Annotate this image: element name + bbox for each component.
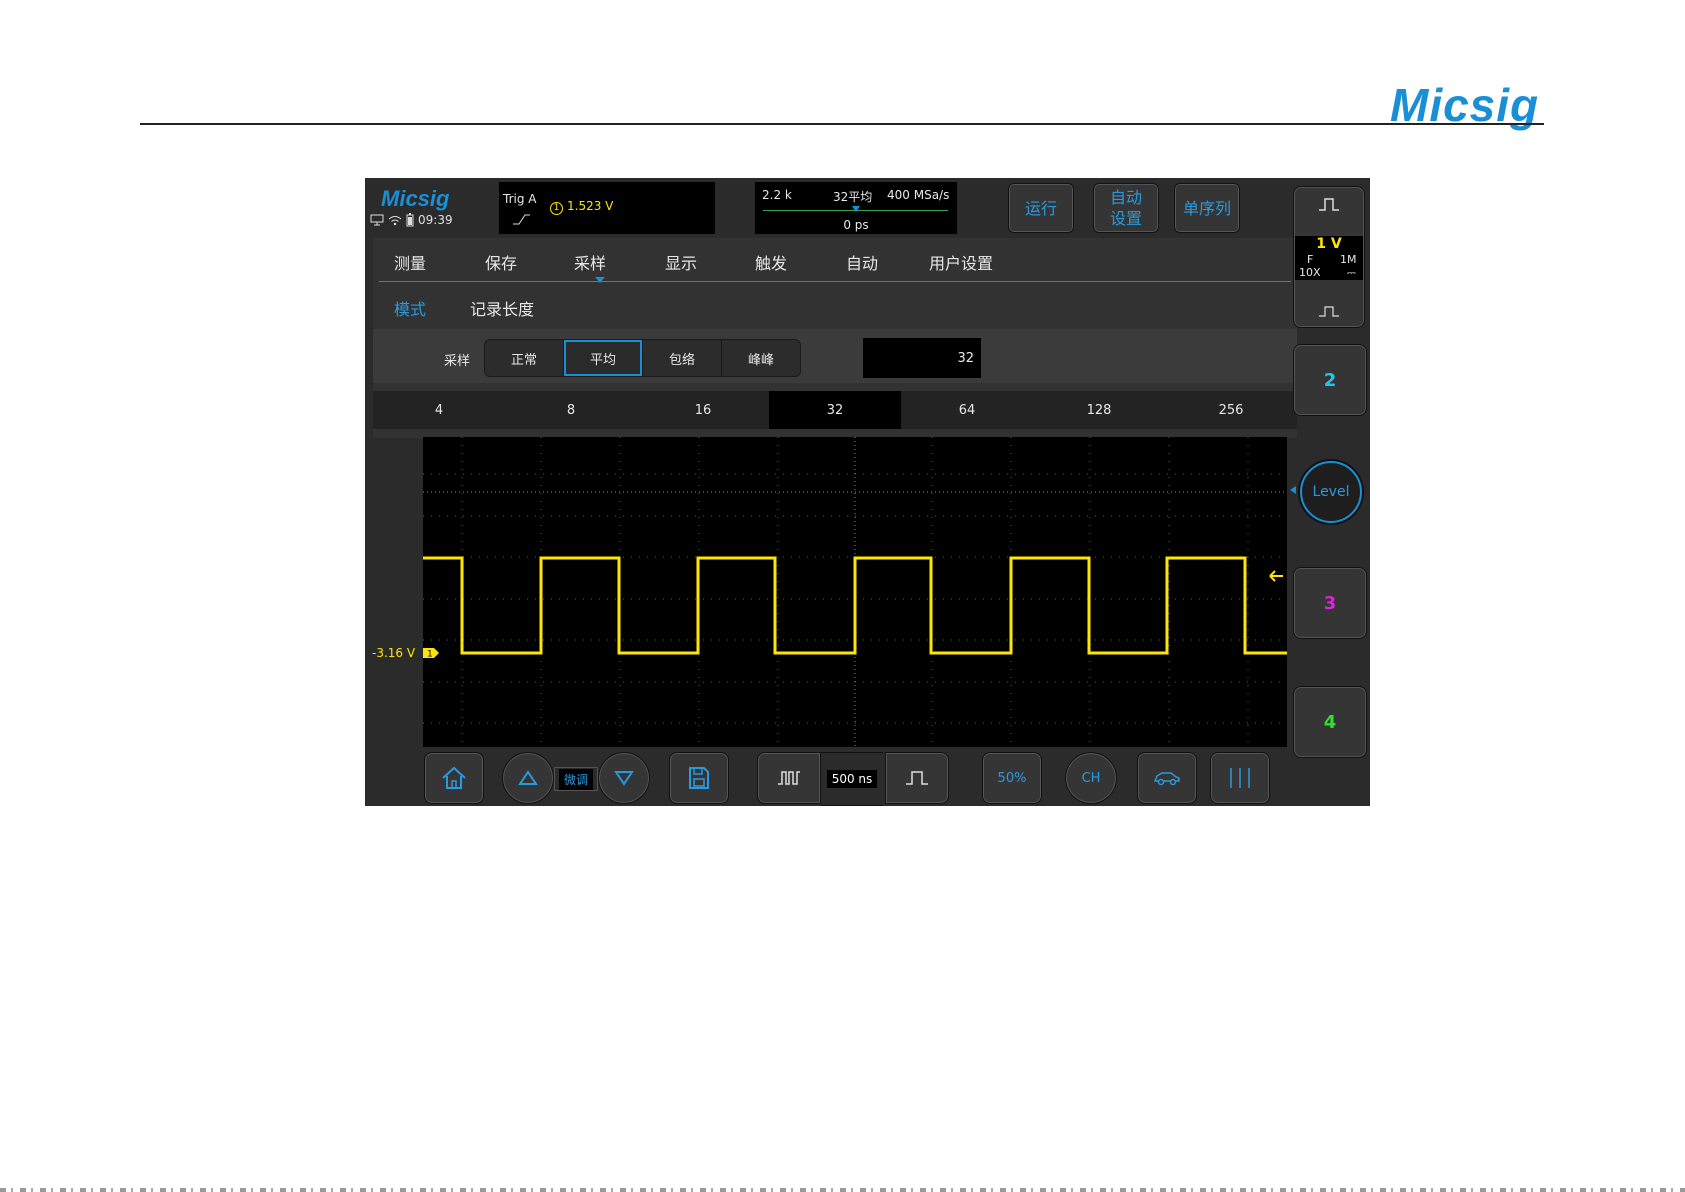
channel1-marker-number: 1 [427,650,433,660]
average-count-list: 4 8 16 32 64 128 256 [373,391,1297,429]
clock: 09:39 [418,213,453,227]
count-option-256[interactable]: 256 [1165,391,1297,429]
subtab-record-length[interactable]: 记录长度 [470,296,534,320]
channel1-coupling: F [1307,253,1314,266]
cursor-button[interactable] [1210,752,1270,804]
timebase-value: 500 ns [826,770,878,788]
memory-position-marker [852,206,860,212]
oscilloscope-screen: Micsig 09:39 Trig A 1 1.523 V 2.2 k 32平均 … [365,178,1370,806]
dense-pulse-icon [778,771,800,785]
record-depth: 2.2 k [762,188,792,202]
tab-save[interactable]: 保存 [485,250,517,274]
channel-button[interactable]: CH [1065,752,1117,804]
wifi-icon [388,216,402,226]
adjust-down-button[interactable] [598,752,650,804]
sampling-mode-selector: 正常 平均 包络 峰峰 [484,339,801,377]
count-option-16[interactable]: 16 [637,391,769,429]
mode-envelope-button[interactable]: 包络 [643,340,722,376]
sampling-options-row: 采样 正常 平均 包络 峰峰 32 [373,329,1297,383]
timebase-readout[interactable]: 500 ns [821,752,883,806]
settings-menu: 测量 保存 采样 显示 触发 自动 用户设置 模式 记录长度 采样 正常 平均 … [373,238,1297,438]
cursor-lines-icon [1230,768,1250,788]
page-header-rule [140,123,1544,125]
count-option-8[interactable]: 8 [505,391,637,429]
average-count-field[interactable]: 32 [863,338,981,378]
home-button[interactable] [424,752,484,804]
single-sequence-button[interactable]: 单序列 [1174,183,1240,233]
count-option-128[interactable]: 128 [1033,391,1165,429]
horizontal-position: 0 ps [843,218,869,232]
rising-edge-icon [513,214,530,225]
tab-acquire[interactable]: 采样 [574,250,606,274]
battery-icon [406,213,414,227]
count-option-4[interactable]: 4 [373,391,505,429]
run-button[interactable]: 运行 [1008,183,1074,233]
trigger-info[interactable]: Trig A 1 1.523 V [499,182,715,234]
level-pointer-icon [1290,486,1296,494]
trigger-level-value: 1 1.523 V [550,199,613,215]
car-icon [1153,772,1180,786]
channel1-settings-display: 1 V F 1M 10X ⎓ [1295,236,1363,280]
channel2-button[interactable]: 2 [1293,344,1367,416]
pulse-up-icon [1319,198,1339,211]
mode-normal-button[interactable]: 正常 [485,340,564,376]
save-button[interactable] [669,752,729,804]
channel1-offset-label: -3.16 V [372,646,416,660]
sample-rate: 400 MSa/s [887,188,950,202]
mode-average-button[interactable]: 平均 [564,340,643,376]
active-tab-indicator [595,277,605,283]
adjust-up-button[interactable] [502,752,554,804]
channel1-dc-symbol: ⎓ [1347,266,1356,279]
timebase-compress-button[interactable] [885,752,949,804]
auto-setup-line1: 自动 [1109,188,1142,207]
trigger-level-knob[interactable]: Level [1300,461,1362,523]
auto-setup-button[interactable]: 自动 设置 [1093,183,1159,233]
home-icon [442,766,466,789]
fine-adjust-toggle[interactable]: 微调 [554,767,598,791]
scope-logo: Micsig [381,186,450,211]
auto-setup-line2: 设置 [1109,209,1142,228]
trigger-level-arrow [1269,570,1283,582]
triangle-up-icon [518,770,538,785]
trigger-label: Trig A [503,192,537,206]
automotive-button[interactable] [1137,752,1197,804]
timebase-expand-button[interactable] [757,752,821,804]
count-option-64[interactable]: 64 [901,391,1033,429]
channel1-waveform [423,556,1287,655]
trigger-value-text: 1.523 V [567,199,614,213]
page-footer-band [0,1188,1685,1192]
channel1-impedance: 1M [1340,253,1357,266]
trigger-channel-badge: 1 [550,202,563,215]
channel4-button[interactable]: 4 [1293,686,1367,758]
tab-underline [379,281,1291,282]
tab-trigger[interactable]: 触发 [755,250,787,274]
channel1-scale: 1 V [1316,236,1342,252]
channel1-ground-marker[interactable]: 1 [423,647,441,659]
single-pulse-icon [906,771,928,785]
status-bar: 09:39 [370,213,453,227]
trigger-fifty-percent-button[interactable]: 50% [982,752,1042,804]
tab-measure[interactable]: 测量 [394,250,426,274]
pulse-down-icon [1319,306,1339,317]
monitor-icon [370,214,384,226]
mode-peak-button[interactable]: 峰峰 [722,340,800,376]
channel1-probe: 10X [1299,266,1321,279]
floppy-disk-icon [689,767,709,789]
tab-auto[interactable]: 自动 [846,250,878,274]
fine-adjust-label: 微调 [558,768,593,790]
sampling-label: 采样 [444,354,471,369]
subtab-mode[interactable]: 模式 [394,296,426,320]
acquisition-info[interactable]: 2.2 k 32平均 400 MSa/s 0 ps [755,182,957,234]
acquisition-mode: 32平均 [833,190,873,204]
waveform-display[interactable] [423,437,1287,747]
tab-display[interactable]: 显示 [665,250,697,274]
tab-user-settings[interactable]: 用户设置 [929,250,993,274]
triangle-down-icon [614,771,634,786]
channel3-button[interactable]: 3 [1293,567,1367,639]
count-option-32[interactable]: 32 [769,391,901,429]
